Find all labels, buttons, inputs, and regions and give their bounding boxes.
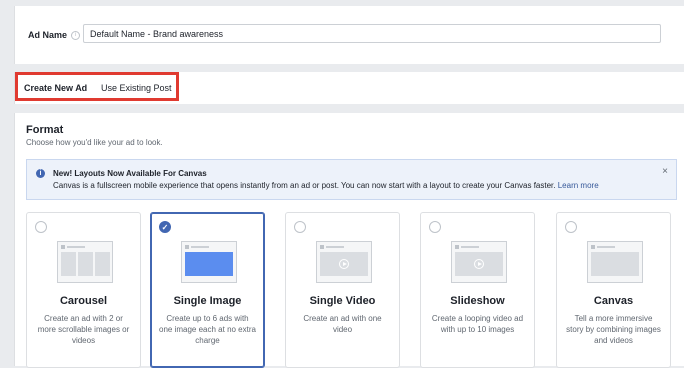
info-icon: i	[36, 169, 45, 178]
slideshow-thumbnail-icon	[451, 241, 507, 283]
format-option-single-image[interactable]: ✓ Single Image Create up to 6 ads with o…	[150, 212, 265, 368]
canvas-thumbnail-icon	[587, 241, 643, 283]
format-option-single-video[interactable]: Single Video Create an ad with one video	[285, 212, 400, 368]
ad-name-section: Ad Name i Default Name - Brand awareness	[14, 6, 684, 64]
format-option-description: Create an ad with one video	[303, 314, 382, 334]
ad-source-tabs: Create New Ad Use Existing Post	[14, 72, 684, 104]
ad-name-label: Ad Name i	[28, 30, 81, 41]
play-icon	[339, 259, 349, 269]
format-option-description: Tell a more immersive story by combining…	[566, 314, 661, 345]
banner-title: New! Layouts Now Available For Canvas	[53, 169, 207, 178]
format-option-description: Create up to 6 ads with one image each a…	[159, 314, 256, 345]
format-option-title: Carousel	[59, 295, 108, 307]
format-option-canvas[interactable]: Canvas Tell a more immersive story by co…	[556, 212, 671, 368]
format-section: Format Choose how you'd like your ad to …	[14, 113, 684, 368]
tab-create-new-ad[interactable]: Create New Ad	[24, 83, 87, 93]
format-option-description: Create a looping video ad with up to 10 …	[431, 314, 524, 334]
single-video-thumbnail-icon	[316, 241, 372, 283]
radio-button[interactable]	[294, 221, 306, 233]
format-subtitle: Choose how you'd like your ad to look.	[26, 138, 163, 147]
format-option-title: Single Video	[309, 295, 376, 307]
single-image-thumbnail-icon	[181, 241, 237, 283]
info-icon[interactable]: i	[71, 31, 81, 41]
radio-button[interactable]	[565, 221, 577, 233]
format-title: Format	[26, 124, 64, 136]
checkmark-icon[interactable]: ✓	[159, 221, 171, 233]
format-option-description: Create an ad with 2 or more scrollable i…	[37, 314, 130, 345]
ad-name-input[interactable]: Default Name - Brand awareness	[83, 24, 661, 43]
tab-use-existing-post[interactable]: Use Existing Post	[101, 83, 172, 93]
canvas-layouts-banner: i New! Layouts Now Available For Canvas …	[26, 159, 677, 200]
learn-more-link[interactable]: Learn more	[558, 181, 599, 190]
play-icon	[474, 259, 484, 269]
format-option-title: Canvas	[593, 295, 634, 307]
format-option-title: Slideshow	[450, 295, 505, 307]
radio-button[interactable]	[35, 221, 47, 233]
close-icon[interactable]: ×	[662, 166, 668, 177]
format-option-carousel[interactable]: Carousel Create an ad with 2 or more scr…	[26, 212, 141, 368]
format-option-title: Single Image	[173, 295, 242, 307]
carousel-thumbnail-icon	[57, 241, 113, 283]
radio-button[interactable]	[429, 221, 441, 233]
banner-text: Canvas is a fullscreen mobile experience…	[53, 181, 599, 190]
format-option-slideshow[interactable]: Slideshow Create a looping video ad with…	[420, 212, 535, 368]
